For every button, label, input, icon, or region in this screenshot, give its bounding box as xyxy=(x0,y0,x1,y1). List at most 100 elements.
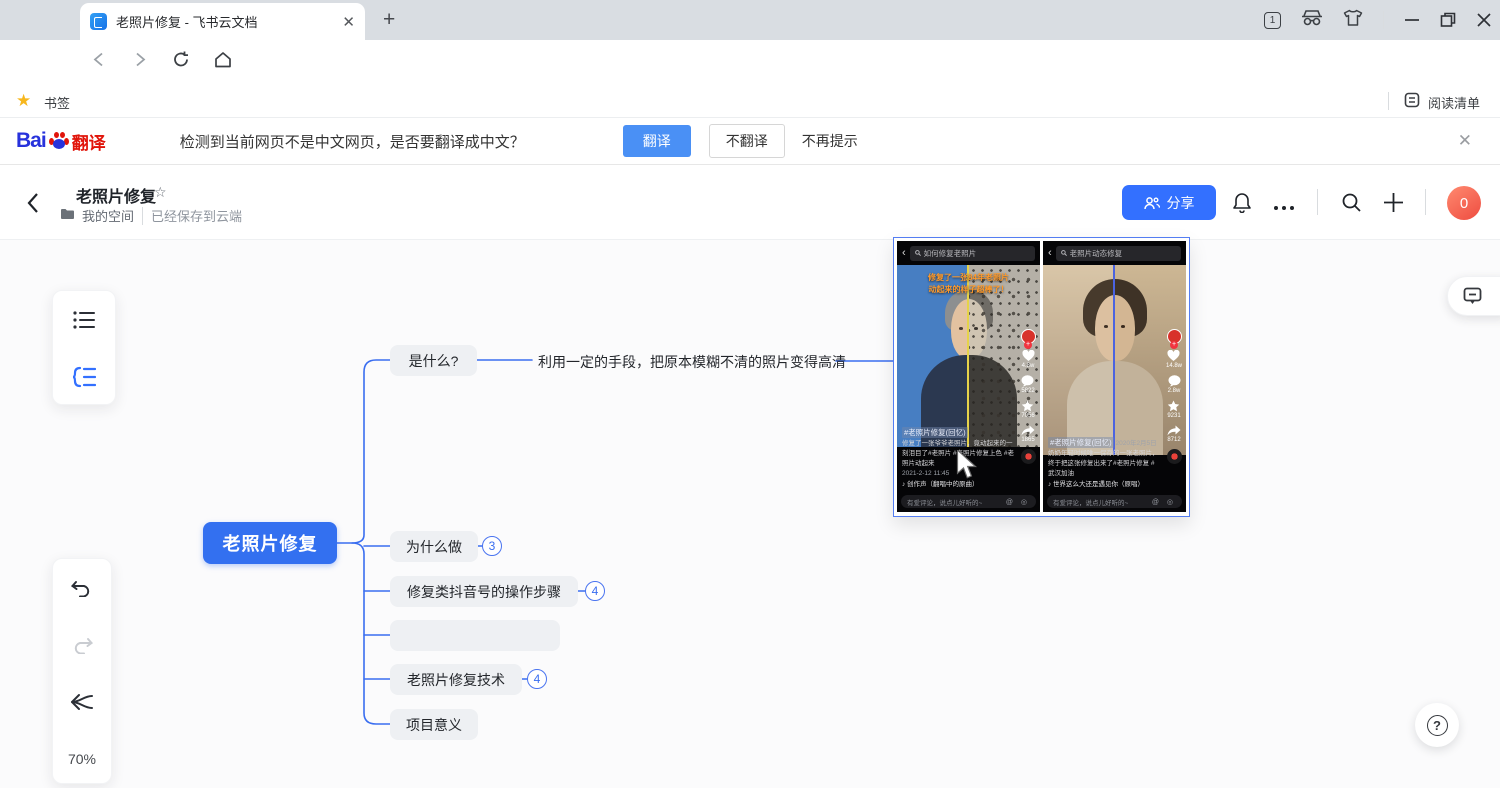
mindmap-node-empty[interactable] xyxy=(390,620,560,651)
divider xyxy=(1317,189,1318,215)
douyin-search-bar: 如何修复老照片 xyxy=(910,246,1035,261)
home-icon[interactable] xyxy=(214,51,232,73)
save-status: 已经保存到云端 xyxy=(151,206,242,225)
bookmark-folder[interactable]: 书签 xyxy=(44,93,70,112)
video-overlay-text: 修复了一张84年老照片 动起来的样子超棒了！ xyxy=(897,272,1040,296)
collapse-branches-icon[interactable] xyxy=(70,692,94,717)
people-icon xyxy=(1144,196,1160,210)
no-translate-button[interactable]: 不翻译 xyxy=(709,124,785,158)
browser-toolbar: 译 xyxy=(0,40,1500,84)
share-button: 8712 xyxy=(1167,425,1181,443)
minimize-button[interactable] xyxy=(1404,12,1420,28)
add-icon[interactable] xyxy=(1383,192,1404,218)
mindmap-image-attachment[interactable]: ‹ 如何修复老照片 xyxy=(893,237,1190,517)
emoji-at-icons: @ ◎ xyxy=(1152,498,1176,506)
douyin-search-bar: 老照片动态修复 xyxy=(1056,246,1181,261)
undo-icon[interactable] xyxy=(71,579,93,602)
douyin-action-rail: 14.8w 2.8w 9231 8712 xyxy=(1164,329,1184,464)
mindmap-node-meaning[interactable]: 项目意义 xyxy=(390,709,478,740)
tab-title: 老照片修复 - 飞书云文档 xyxy=(116,12,333,31)
incognito-icon[interactable] xyxy=(1301,10,1323,31)
mindmap-root-node[interactable]: 老照片修复 xyxy=(203,522,337,564)
divider xyxy=(142,207,143,225)
doc-title[interactable]: 老照片修复 xyxy=(76,183,156,207)
redo-icon[interactable] xyxy=(71,636,93,659)
search-icon xyxy=(915,250,921,256)
more-icon[interactable] xyxy=(1272,198,1296,216)
zoom-level[interactable]: 70% xyxy=(68,751,96,767)
music-disc-icon xyxy=(1167,449,1182,464)
doc-back-icon[interactable] xyxy=(26,192,40,219)
mindmap-canvas[interactable]: 老照片修复 是什么? 利用一定的手段，把原本模糊不清的照片变得高清 为什么做 3… xyxy=(0,240,1500,788)
music-disc-icon xyxy=(1021,449,1036,464)
bookmark-bar: ★ 书签 阅读清单 xyxy=(0,84,1500,118)
question-icon: ? xyxy=(1427,715,1448,736)
back-icon[interactable] xyxy=(92,53,106,72)
favorite-button: 7056 xyxy=(1021,400,1034,419)
divider xyxy=(1388,92,1389,110)
reading-list-button[interactable]: 阅读清单 xyxy=(1428,93,1480,112)
doc-star-icon[interactable]: ☆ xyxy=(154,184,167,201)
browser-window: 老照片修复 - 飞书云文档 ✕ + 1 xyxy=(0,0,1500,788)
translate-button[interactable]: 翻译 xyxy=(623,125,691,157)
outline-view-button[interactable] xyxy=(53,291,115,348)
douyin-screenshot-right[interactable]: ‹ 老照片动态修复 xyxy=(1043,241,1186,512)
comment-input-bar: 有爱评论，说点儿好听的~ @ ◎ xyxy=(1047,495,1182,508)
back-icon: ‹ xyxy=(902,247,906,259)
comment-input-bar: 有爱评论，说点儿好听的~ @ ◎ xyxy=(901,495,1036,508)
reload-icon[interactable] xyxy=(172,51,190,74)
douyin-action-rail: 4.8w 5822 7056 1865 xyxy=(1018,329,1038,464)
mindmap-node-steps[interactable]: 修复类抖音号的操作步骤 xyxy=(390,576,578,607)
favorite-button: 9231 xyxy=(1167,400,1180,419)
divider xyxy=(1383,11,1384,29)
tab-bar: 老照片修复 - 飞书云文档 ✕ + 1 xyxy=(0,0,1500,40)
bell-icon[interactable] xyxy=(1232,192,1252,218)
reading-list-icon xyxy=(1404,92,1420,113)
like-button: 4.8w xyxy=(1022,350,1035,369)
tab-count-badge[interactable]: 1 xyxy=(1264,12,1281,29)
collapse-count-badge[interactable]: 4 xyxy=(527,669,547,689)
dont-remind-button[interactable]: 不再提示 xyxy=(802,131,858,151)
uploader-avatar xyxy=(1021,329,1036,344)
theme-tshirt-icon[interactable] xyxy=(1343,9,1363,32)
mindmap-node-what[interactable]: 是什么? xyxy=(390,345,477,376)
mindmap-node-why[interactable]: 为什么做 xyxy=(390,531,478,562)
baidu-logo: Bai xyxy=(16,129,46,153)
tab-close-icon[interactable]: ✕ xyxy=(342,13,355,31)
search-icon xyxy=(1061,250,1067,256)
emoji-at-icons: @ ◎ xyxy=(1006,498,1030,506)
mindmap-node-tech[interactable]: 老照片修复技术 xyxy=(390,664,522,695)
comment-panel-button[interactable] xyxy=(1447,276,1500,316)
doc-header: 老照片修复 ☆ 我的空间 已经保存到云端 分享 0 xyxy=(0,165,1500,240)
before-after-divider xyxy=(1113,265,1115,455)
divider xyxy=(1425,189,1426,215)
avatar[interactable]: 0 xyxy=(1447,186,1481,220)
close-window-button[interactable] xyxy=(1476,12,1492,28)
collapse-count-badge[interactable]: 4 xyxy=(585,581,605,601)
comment-button: 5822 xyxy=(1021,375,1034,394)
mindmap-node-what-detail[interactable]: 利用一定的手段，把原本模糊不清的照片变得高清 xyxy=(538,352,846,372)
comment-icon xyxy=(1463,287,1482,305)
restore-button[interactable] xyxy=(1440,12,1456,28)
comment-button: 2.8w xyxy=(1168,375,1181,394)
share-button[interactable]: 分享 xyxy=(1122,185,1216,220)
share-button: 1865 xyxy=(1021,425,1035,443)
browser-tab[interactable]: 老照片修复 - 飞书云文档 ✕ xyxy=(80,3,365,40)
uploader-avatar xyxy=(1167,329,1182,344)
translate-bar-close-icon[interactable]: ✕ xyxy=(1458,131,1472,151)
like-button: 14.8w xyxy=(1166,350,1182,369)
help-button[interactable]: ? xyxy=(1415,703,1459,747)
collapse-count-badge[interactable]: 3 xyxy=(482,536,502,556)
folder-icon xyxy=(60,208,74,223)
new-tab-button[interactable]: + xyxy=(383,9,395,30)
mindmap-connectors xyxy=(0,240,1500,788)
forward-icon[interactable] xyxy=(133,53,147,72)
mindmap-view-button[interactable] xyxy=(53,348,115,405)
translate-bar: Bai 翻译 检测到当前网页不是中文网页，是否要翻译成中文？ 翻译 不翻译 不再… xyxy=(0,118,1500,165)
view-toggle-panel xyxy=(52,290,116,405)
mouse-cursor xyxy=(956,450,980,480)
search-icon[interactable] xyxy=(1341,192,1362,218)
share-label: 分享 xyxy=(1167,193,1195,213)
breadcrumb-space[interactable]: 我的空间 xyxy=(82,206,134,225)
bookmark-star-icon: ★ xyxy=(16,91,31,111)
